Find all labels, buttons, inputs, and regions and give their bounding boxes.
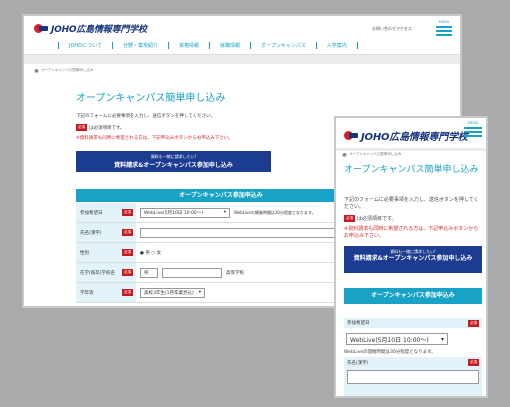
access-link[interactable]: アクセス [396,26,412,32]
mobile-date-label: 参加希望日 必須 [344,318,482,328]
mobile-divider [336,148,486,151]
logo-mark-icon [34,24,48,33]
mobile-breadcrumb: オープンキャンパス簡単申し込み [342,152,401,157]
mobile-date-select[interactable]: WebLive(5月10日 10:00〜) ▾ [346,333,448,345]
mobile-required-note: 必須 は必須項目です。 [344,215,397,222]
mobile-warning-text: ※資料請求も同時に希望される方は、下記申込みボタンからお申込み下さい。 [344,226,479,239]
mobile-screenshot: JOHO広島情報専門学校 MENU オープンキャンパス簡単申し込み オープンキャ… [334,116,488,398]
required-badge: 必須 [76,124,87,131]
menu-label: MENU [438,20,450,24]
prefecture-select[interactable]: 県 [140,267,158,278]
warning-text: ※資料請求も同時に希望される方は、下記申込みボタンからお申込み下さい。 [76,136,233,141]
mobile-logo[interactable]: JOHO広島情報専門学校 [344,128,468,143]
contact-link[interactable]: お問い合わせ [372,26,396,32]
nav-open-campus[interactable]: オープンキャンパス [250,42,316,49]
hamburger-icon [436,26,452,28]
mobile-intro-text: 下記のフォームに必要事項を入力し、送信ボタンを押してください。 [344,197,479,210]
nav-careers[interactable]: 就職情報 [209,42,250,49]
date-select[interactable]: WebLive(5月10日 10:00〜) ▾ [140,207,230,218]
mobile-brochure-signup-button[interactable]: 資料も一緒に請求したい! 資料請求&オープンキャンパス参加申し込み [344,246,482,273]
hamburger-icon [464,127,482,129]
intro-text: 下記のフォームに必要事項を入力し、送信ボタンを押してください。 [76,114,216,119]
home-icon[interactable] [34,68,39,73]
nav-about[interactable]: JOHOについて [58,42,112,49]
breadcrumb-current: オープンキャンパス簡単申し込み [41,68,94,72]
gender-radio[interactable]: ● 男 ○ 女 [140,250,161,256]
chevron-down-icon: ▾ [440,335,444,343]
nav-admissions[interactable]: 入学案内 [315,42,358,49]
required-note: 必須 は必須項目です。 [76,124,125,131]
mobile-name-field: 氏名(漢字) 必須 [344,357,482,396]
form-title-bar: オープンキャンパス参加申込み [76,189,366,202]
logo-mark-icon [344,131,358,140]
mobile-page-title: オープンキャンパス簡単申し込み [344,165,479,175]
home-icon[interactable] [342,152,347,157]
breadcrumb: オープンキャンパス簡単申し込み [34,68,93,73]
mobile-form-title-bar: オープンキャンパス参加申込み [344,288,482,304]
brochure-signup-button[interactable]: 資料も一緒に請求したい! 資料請求&オープンキャンパス参加申し込み [76,151,271,172]
mobile-header: JOHO広島情報専門学校 MENU [336,118,486,148]
nav-courses[interactable]: 分野・専攻紹介 [111,42,168,49]
site-header: JOHO広島情報専門学校 お問い合わせ アクセス MENU JOHOについて 分… [24,16,460,54]
nav-qualifications[interactable]: 資格情報 [167,42,209,49]
menu-button[interactable]: MENU [436,20,452,36]
header-divider [24,54,460,64]
school-input[interactable] [162,267,222,278]
mobile-name-input[interactable] [347,370,479,384]
site-logo[interactable]: JOHO広島情報専門学校 [34,22,147,35]
page-title: オープンキャンパス簡単申し込み [76,93,226,104]
global-nav: JOHOについて 分野・専攻紹介 資格情報 就職情報 オープンキャンパス 入学案… [58,42,358,49]
mobile-date-note: WebLiveの開催時間は30分程度となります。 [344,350,436,355]
mobile-menu-button[interactable]: MENU [464,121,482,137]
grade-select[interactable]: 高校3年生(1月卒業見込) ▾ [140,287,205,298]
